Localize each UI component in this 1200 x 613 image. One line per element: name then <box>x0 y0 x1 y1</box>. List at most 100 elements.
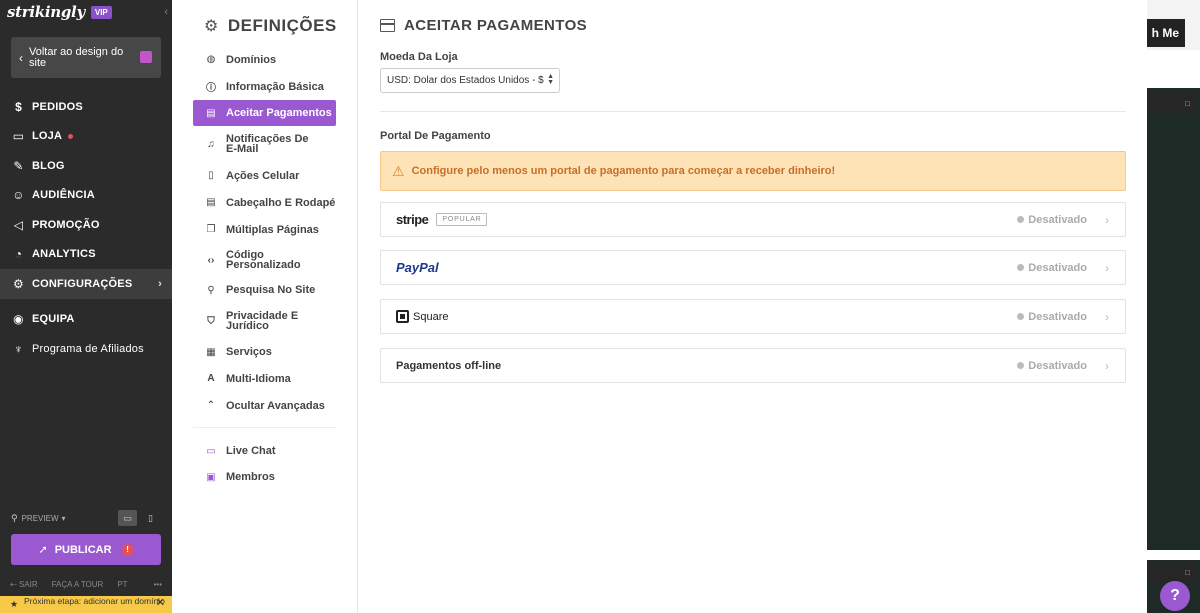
site-preview-background: h Me □ □ ? <box>1140 0 1200 613</box>
shield-icon: ⛉ <box>207 315 215 327</box>
settings-item-label: Multi-Idioma <box>226 372 291 385</box>
settings-item-label: Código Personalizado <box>226 249 301 271</box>
gateway-status: Desativado <box>1017 214 1087 226</box>
status-label: Desativado <box>1028 261 1087 274</box>
gateway-paypal[interactable]: PayPal Desativado › <box>380 250 1126 285</box>
chevron-right-icon: › <box>1105 358 1109 373</box>
bell-icon: ♫ <box>207 138 215 150</box>
settings-item-codigo-personalizado[interactable]: ‹› Código Personalizado <box>193 243 336 277</box>
settings-item-multi-idioma[interactable]: A Multi-Idioma <box>193 365 336 392</box>
mobile-icon: ▯ <box>208 170 214 181</box>
settings-item-servicos[interactable]: ▦ Serviços <box>193 339 336 365</box>
sidebar-footer: ⇠ SAIR FAÇA A TOUR PT ••• <box>10 580 162 589</box>
gateway-square[interactable]: Square Desativado › <box>380 299 1126 334</box>
status-dot <box>1017 313 1025 320</box>
sidebar-item-afiliados[interactable]: ♆ Programa de Afiliados <box>0 334 172 364</box>
settings-item-pesquisa[interactable]: ⚲ Pesquisa No Site <box>193 277 336 303</box>
publish-label: PUBLICAR <box>54 543 112 556</box>
gear-icon: ⚙ <box>13 276 24 291</box>
preview-section <box>1146 88 1200 550</box>
chat-icon: ▭ <box>206 445 216 457</box>
settings-item-privacidade[interactable]: ⛉ Privacidade E Jurídico <box>193 303 336 339</box>
preview-dropdown[interactable]: PREVIEW <box>22 514 59 523</box>
gateway-status: Desativado <box>1017 360 1087 372</box>
collapse-sidebar-icon[interactable]: ‹ <box>164 6 168 18</box>
sidebar-item-analytics[interactable]: ◔ ANALYTICS <box>0 240 172 270</box>
caret-down-icon: ▾ <box>61 513 66 523</box>
settings-item-notificacoes[interactable]: ♫ Notificações De E-Mail <box>193 126 336 162</box>
tour-link[interactable]: FAÇA A TOUR <box>52 580 104 589</box>
gateway-stripe[interactable]: stripe POPULAR Desativado › <box>380 202 1126 237</box>
status-label: Desativado <box>1028 213 1087 226</box>
sidebar-item-label: PEDIDOS <box>32 100 83 113</box>
sidebar-item-audiencia[interactable]: ☺ AUDIÊNCIA <box>0 181 172 211</box>
help-button[interactable]: ? <box>1160 581 1190 611</box>
currency-select[interactable]: USD: Dolar dos Estados Unidos - $ ▲ ▼ <box>380 68 560 93</box>
settings-item-label: Aceitar Pagamentos <box>226 107 332 119</box>
settings-item-cabecalho-rodape[interactable]: ▤ Cabeçalho E Rodapé <box>193 189 336 216</box>
sidebar-item-label: LOJA <box>32 130 63 143</box>
sidebar-item-label: Programa de Afiliados <box>32 342 144 355</box>
warning-text: Configure pelo menos um portal de pagame… <box>411 165 836 177</box>
square-icon <box>396 310 409 323</box>
gateway-status: Desativado <box>1017 262 1087 274</box>
back-to-design-button[interactable]: ‹ Voltar ao design do site <box>11 37 161 78</box>
publish-button[interactable]: ➚ PUBLICAR ! <box>11 534 161 565</box>
sidebar-item-promocao[interactable]: ◁ PROMOÇÃO <box>0 210 172 240</box>
settings-item-membros[interactable]: ▣ Membros <box>193 464 336 490</box>
preview-image-tag: □ <box>1146 561 1196 583</box>
popular-badge: POPULAR <box>436 213 488 226</box>
more-icon[interactable]: ••• <box>154 580 162 589</box>
currency-label: Moeda Da Loja <box>380 51 458 63</box>
settings-item-label: Cabeçalho E Rodapé <box>226 196 336 209</box>
language-link[interactable]: PT <box>117 580 127 589</box>
settings-item-label: Domínios <box>226 53 277 66</box>
dollar-circle-icon: $ <box>15 99 22 114</box>
payment-icon: ▤ <box>206 107 216 119</box>
chevron-right-icon: › <box>1105 260 1109 275</box>
strikingly-logo[interactable]: strikingly <box>7 3 85 21</box>
status-dot <box>1017 264 1025 271</box>
settings-item-acoes-celular[interactable]: ▯ Ações Celular <box>193 162 336 189</box>
gateway-status: Desativado <box>1017 311 1087 323</box>
settings-item-label: Informação Básica <box>226 80 324 93</box>
settings-nav: ⚙ DEFINIÇÕES ◍ Domínios ⓘ Informação Bás… <box>172 0 358 613</box>
search-icon[interactable]: ⚲ <box>11 513 18 524</box>
gateway-offline[interactable]: Pagamentos off-line Desativado › <box>380 348 1126 383</box>
alert-icon: ! <box>121 543 134 556</box>
globe-icon: ◍ <box>206 54 216 65</box>
settings-item-ocultar-avancadas[interactable]: ⌃ Ocultar Avançadas <box>193 392 336 419</box>
sidebar-item-pedidos[interactable]: $ PEDIDOS <box>0 92 172 122</box>
select-arrows-icon: ▲ ▼ <box>547 73 554 86</box>
settings-item-live-chat[interactable]: ▭ Live Chat <box>193 438 336 464</box>
arrow-left-icon: ⇠ <box>10 580 19 589</box>
sidebar-item-blog[interactable]: ✎ BLOG <box>0 151 172 181</box>
people-icon: ☺ <box>12 188 25 203</box>
settings-item-dominios[interactable]: ◍ Domínios <box>193 46 336 73</box>
exit-label: SAIR <box>18 580 38 589</box>
search-icon: ⚲ <box>207 284 215 296</box>
desktop-icon[interactable]: ▭ <box>118 510 137 526</box>
sidebar-item-loja[interactable]: ▭ LOJA <box>0 122 172 152</box>
mobile-icon[interactable]: ▯ <box>141 510 160 526</box>
close-icon[interactable]: ✕ <box>156 598 165 609</box>
settings-item-label: Múltiplas Páginas <box>226 223 319 236</box>
megaphone-icon: ◁ <box>13 217 24 232</box>
store-icon: ▭ <box>12 129 25 144</box>
analytics-icon: ◔ <box>14 247 23 262</box>
sidebar-item-label: BLOG <box>32 159 65 172</box>
portal-label: Portal De Pagamento <box>380 130 491 142</box>
sidebar-item-equipa[interactable]: ◉ EQUIPA <box>0 305 172 335</box>
code-icon: ‹› <box>207 254 215 266</box>
settings-item-aceitar-pagamentos[interactable]: ▤ Aceitar Pagamentos <box>193 100 336 126</box>
settings-divider <box>193 427 336 428</box>
settings-item-label: Live Chat <box>226 445 276 457</box>
settings-item-multiplas-paginas[interactable]: ❐ Múltiplas Páginas <box>193 216 336 243</box>
chevron-right-icon: › <box>158 277 162 290</box>
exit-link[interactable]: ⇠ SAIR <box>10 580 38 589</box>
divider <box>380 111 1126 112</box>
settings-item-informacao-basica[interactable]: ⓘ Informação Básica <box>193 73 336 100</box>
preview-row: ⚲ PREVIEW ▾ ▭ ▯ <box>11 510 160 526</box>
sidebar-item-configuracoes[interactable]: ⚙ CONFIGURAÇÕES › <box>0 269 172 299</box>
next-step-banner[interactable]: ★ Próxima etapa: adicionar um domínio ✕ <box>0 596 172 613</box>
